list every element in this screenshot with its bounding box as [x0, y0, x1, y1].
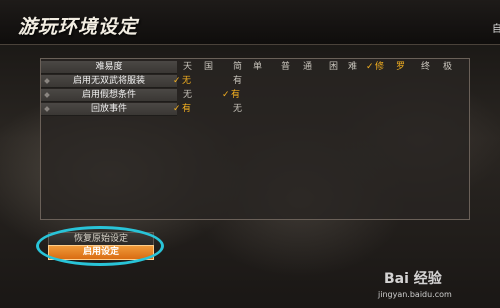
- difficulty-option-dan[interactable]: 单: [253, 61, 262, 73]
- difficulty-option-xiu[interactable]: ✓修: [366, 61, 384, 73]
- title-bar: 游玩环境设定 自: [0, 0, 500, 45]
- game-settings-screen: 游玩环境设定 自 难易度 天 国 简 单 普 通 困 难 ✓修 罗 终 极 启用…: [0, 0, 500, 308]
- watermark-logo: Bai 经验: [384, 271, 442, 287]
- setting-row-hypothetical: 启用假想条件 无 ✓有: [41, 89, 469, 102]
- corner-label: 自: [492, 24, 500, 35]
- setting-label: 难易度: [95, 62, 123, 72]
- difficulty-option-tong[interactable]: 通: [303, 61, 312, 73]
- costume-option-off[interactable]: ✓无: [173, 75, 191, 87]
- setting-label-cell: 启用假想条件: [41, 89, 177, 102]
- hypothetical-option-off[interactable]: 无: [183, 89, 192, 101]
- hypothetical-option-on-label: 有: [231, 90, 241, 100]
- difficulty-option-xiu-label: 修: [375, 62, 385, 72]
- setting-label: 启用假想条件: [81, 90, 136, 100]
- check-icon: ✓: [173, 76, 181, 86]
- setting-label: 启用无双武将服装: [72, 76, 145, 86]
- difficulty-option-zhong[interactable]: 终: [421, 61, 430, 73]
- setting-row-costume: 启用无双武将服装 ✓无 有: [41, 75, 469, 88]
- difficulty-option-tian[interactable]: 天: [183, 61, 192, 73]
- watermark-url: jingyan.baidu.com: [378, 290, 452, 299]
- setting-label-cell: 启用无双武将服装: [41, 75, 177, 88]
- costume-option-on[interactable]: 有: [233, 75, 242, 87]
- check-icon: ✓: [366, 62, 374, 72]
- setting-label-cell: 难易度: [41, 61, 177, 74]
- check-icon: ✓: [173, 104, 181, 114]
- costume-option-off-label: 无: [182, 76, 192, 86]
- hypothetical-option-on[interactable]: ✓有: [222, 89, 240, 101]
- difficulty-option-luo[interactable]: 罗: [396, 61, 405, 73]
- screen-title: 游玩环境设定: [18, 16, 139, 38]
- check-icon: ✓: [222, 90, 230, 100]
- setting-row-replay: 回放事件 ✓有 无: [41, 103, 469, 116]
- difficulty-option-pu[interactable]: 普: [281, 61, 290, 73]
- setting-label-cell: 回放事件: [41, 103, 177, 116]
- replay-option-off[interactable]: 无: [233, 103, 242, 115]
- difficulty-option-ji[interactable]: 极: [443, 61, 452, 73]
- difficulty-option-jian[interactable]: 简: [233, 61, 242, 73]
- setting-label: 回放事件: [90, 104, 127, 114]
- replay-option-on[interactable]: ✓有: [173, 103, 191, 115]
- difficulty-option-nan[interactable]: 难: [348, 61, 357, 73]
- settings-panel: 难易度 天 国 简 单 普 通 困 难 ✓修 罗 终 极 启用无双武将服装 ✓无…: [40, 58, 470, 220]
- difficulty-option-guo[interactable]: 国: [204, 61, 213, 73]
- replay-option-on-label: 有: [182, 104, 192, 114]
- difficulty-option-kun[interactable]: 困: [329, 61, 338, 73]
- annotation-circle: [36, 226, 164, 266]
- setting-row-difficulty: 难易度 天 国 简 单 普 通 困 难 ✓修 罗 终 极: [41, 61, 469, 74]
